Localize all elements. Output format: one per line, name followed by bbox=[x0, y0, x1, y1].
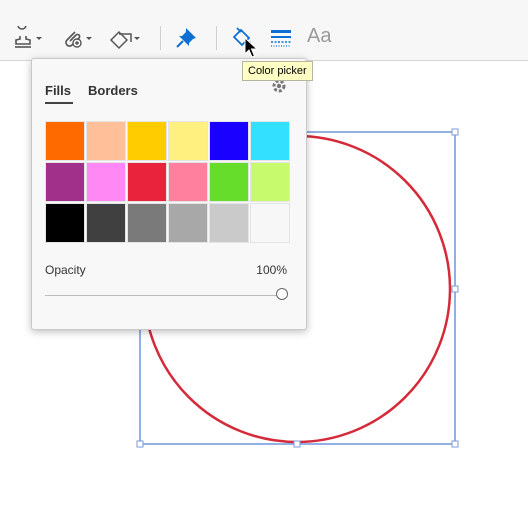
active-tab-indicator bbox=[45, 102, 73, 104]
tab-borders[interactable]: Borders bbox=[88, 83, 138, 98]
resize-handle bbox=[136, 440, 144, 448]
color-swatch[interactable] bbox=[45, 121, 85, 161]
mouse-cursor-icon bbox=[244, 37, 258, 58]
color-swatch[interactable] bbox=[45, 162, 85, 202]
color-swatch[interactable] bbox=[127, 203, 167, 243]
color-swatch[interactable] bbox=[45, 203, 85, 243]
color-swatch[interactable] bbox=[127, 162, 167, 202]
resize-handle bbox=[451, 128, 459, 136]
color-swatch[interactable] bbox=[86, 162, 126, 202]
color-swatch[interactable] bbox=[127, 121, 167, 161]
color-swatch[interactable] bbox=[250, 203, 290, 243]
color-swatch[interactable] bbox=[209, 121, 249, 161]
color-swatch-grid bbox=[45, 121, 292, 245]
color-swatch[interactable] bbox=[86, 121, 126, 161]
tab-fills[interactable]: Fills bbox=[45, 83, 71, 98]
resize-handle bbox=[451, 440, 459, 448]
color-swatch[interactable] bbox=[86, 203, 126, 243]
opacity-slider-track[interactable] bbox=[45, 295, 281, 296]
color-swatch[interactable] bbox=[250, 162, 290, 202]
opacity-slider-handle[interactable] bbox=[276, 288, 288, 300]
color-swatch[interactable] bbox=[168, 203, 208, 243]
resize-handle bbox=[451, 285, 459, 293]
color-swatch[interactable] bbox=[209, 162, 249, 202]
color-picker-tooltip: Color picker bbox=[242, 61, 313, 81]
color-swatch[interactable] bbox=[168, 121, 208, 161]
color-swatch[interactable] bbox=[209, 203, 249, 243]
color-swatch[interactable] bbox=[168, 162, 208, 202]
opacity-label: Opacity bbox=[45, 263, 86, 277]
resize-handle bbox=[293, 440, 301, 448]
color-picker-panel: Fills Borders Opacity 100% bbox=[31, 58, 307, 330]
opacity-value: 100% bbox=[256, 263, 287, 277]
color-swatch[interactable] bbox=[250, 121, 290, 161]
